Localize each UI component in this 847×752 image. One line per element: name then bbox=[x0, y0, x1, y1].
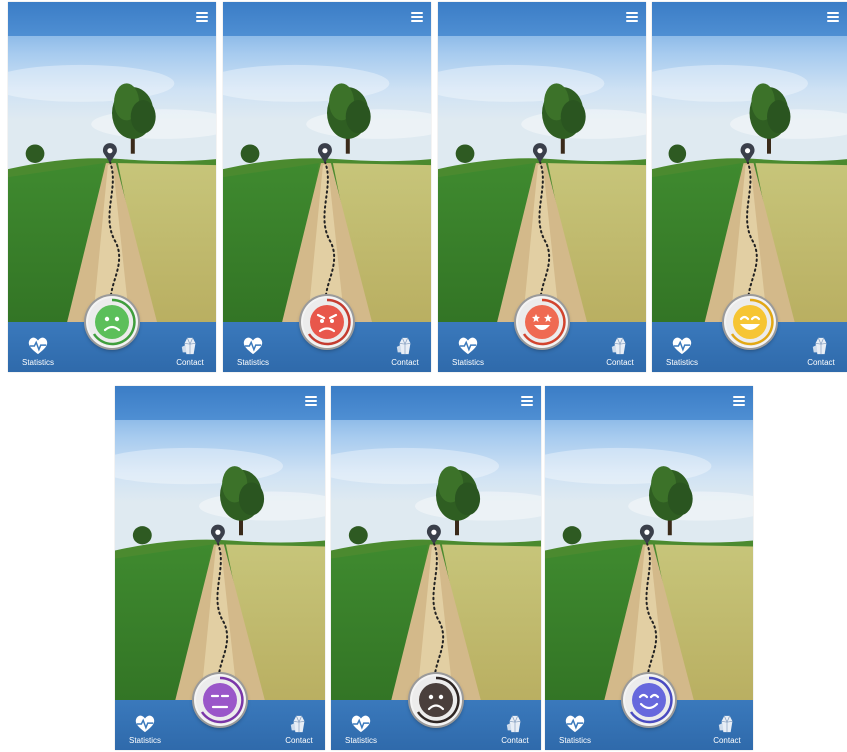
statistics-button[interactable]: Statistics bbox=[10, 328, 66, 368]
hamburger-menu-icon[interactable] bbox=[521, 396, 533, 406]
mood-button[interactable] bbox=[516, 296, 568, 348]
contact-button[interactable]: Contact bbox=[162, 328, 216, 368]
contact-label: Contact bbox=[606, 358, 634, 367]
hamburger-menu-icon[interactable] bbox=[411, 12, 423, 22]
contact-button[interactable]: Contact bbox=[699, 706, 753, 746]
phone-screen-5: Statistics Contact bbox=[115, 386, 325, 750]
phone-screen-3: Statistics Contact bbox=[438, 2, 646, 372]
hamburger-menu-icon[interactable] bbox=[733, 396, 745, 406]
statistics-label: Statistics bbox=[344, 736, 377, 745]
statistics-label: Statistics bbox=[236, 358, 269, 367]
contact-crystal-icon bbox=[290, 715, 305, 733]
statistics-button[interactable]: Statistics bbox=[440, 328, 496, 368]
contact-button[interactable]: Contact bbox=[377, 328, 431, 368]
phone-screen-4: Statistics Contact bbox=[652, 2, 847, 372]
phone-screen-7: Statistics Contact bbox=[545, 386, 753, 750]
contact-crystal-icon bbox=[396, 337, 411, 355]
mood-button[interactable] bbox=[86, 296, 138, 348]
top-bar bbox=[115, 386, 325, 420]
heart-pulse-icon bbox=[458, 337, 478, 355]
mood-button[interactable] bbox=[723, 296, 776, 348]
phone-screen-6: Statistics Contact bbox=[331, 386, 541, 750]
contact-crystal-icon bbox=[611, 337, 626, 355]
contact-button[interactable]: Contact bbox=[592, 328, 646, 368]
heart-pulse-icon bbox=[565, 715, 585, 733]
phone-screen-2: Statistics Contact bbox=[223, 2, 431, 372]
heart-pulse-icon bbox=[28, 337, 48, 355]
contact-button[interactable]: Contact bbox=[271, 706, 325, 746]
statistics-button[interactable]: Statistics bbox=[547, 706, 603, 746]
statistics-label: Statistics bbox=[21, 358, 54, 367]
top-bar bbox=[438, 2, 646, 36]
heart-pulse-icon bbox=[243, 337, 263, 355]
mood-button[interactable] bbox=[623, 674, 675, 726]
contact-label: Contact bbox=[285, 736, 313, 745]
hamburger-menu-icon[interactable] bbox=[827, 12, 839, 22]
heart-pulse-icon bbox=[135, 715, 155, 733]
statistics-label: Statistics bbox=[451, 358, 484, 367]
top-bar bbox=[8, 2, 216, 36]
contact-label: Contact bbox=[176, 358, 204, 367]
statistics-label: Statistics bbox=[128, 736, 161, 745]
statistics-label: Statistics bbox=[558, 736, 591, 745]
contact-button[interactable]: Contact bbox=[793, 328, 847, 368]
statistics-button[interactable]: Statistics bbox=[117, 706, 173, 746]
statistics-button[interactable]: Statistics bbox=[333, 706, 389, 746]
top-bar bbox=[545, 386, 753, 420]
hamburger-menu-icon[interactable] bbox=[305, 396, 317, 406]
contact-crystal-icon bbox=[812, 337, 827, 355]
mood-button[interactable] bbox=[410, 674, 462, 726]
top-bar bbox=[223, 2, 431, 36]
mood-button[interactable] bbox=[301, 296, 353, 348]
statistics-button[interactable]: Statistics bbox=[225, 328, 281, 368]
contact-crystal-icon bbox=[506, 715, 521, 733]
top-bar bbox=[331, 386, 541, 420]
heart-pulse-icon bbox=[351, 715, 371, 733]
top-bar bbox=[652, 2, 847, 36]
contact-label: Contact bbox=[391, 358, 419, 367]
contact-crystal-icon bbox=[181, 337, 196, 355]
statistics-label: Statistics bbox=[665, 358, 698, 367]
contact-label: Contact bbox=[807, 358, 835, 367]
statistics-button[interactable]: Statistics bbox=[654, 328, 710, 368]
mood-button[interactable] bbox=[194, 674, 246, 726]
hamburger-menu-icon[interactable] bbox=[196, 12, 208, 22]
contact-crystal-icon bbox=[718, 715, 733, 733]
phone-screen-1: Statistics Contact bbox=[8, 2, 216, 372]
heart-pulse-icon bbox=[672, 337, 692, 355]
contact-label: Contact bbox=[713, 736, 741, 745]
contact-label: Contact bbox=[501, 736, 529, 745]
hamburger-menu-icon[interactable] bbox=[626, 12, 638, 22]
contact-button[interactable]: Contact bbox=[487, 706, 541, 746]
